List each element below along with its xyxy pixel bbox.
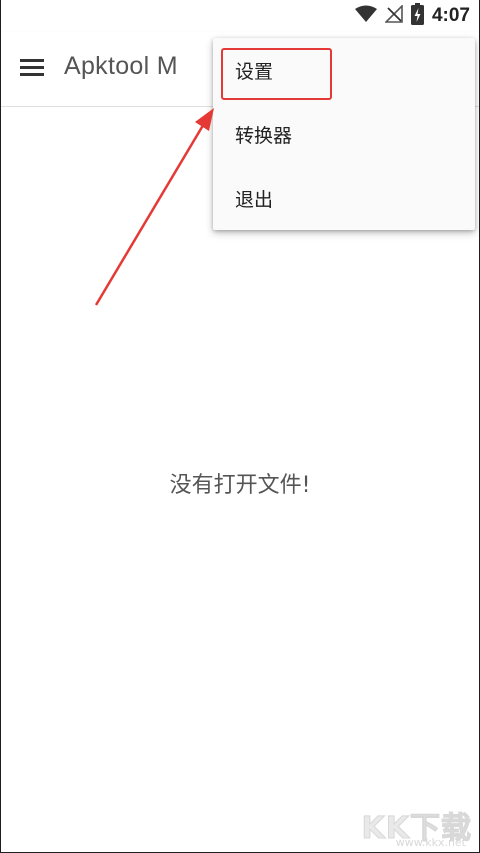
app-title: Apktool M (64, 52, 178, 80)
status-bar: 4:07 (0, 0, 480, 32)
empty-state-message: 没有打开文件! (169, 473, 311, 498)
overflow-popup-menu: 设置 转换器 退出 (213, 38, 475, 230)
watermark-url: www.kkx.net (395, 836, 466, 849)
menu-item-label: 设置 (235, 60, 274, 83)
status-time: 4:07 (431, 5, 470, 26)
wifi-icon (354, 5, 377, 27)
no-signal-icon (384, 4, 403, 27)
menu-item-converter[interactable]: 转换器 (213, 102, 475, 166)
menu-item-label: 退出 (235, 188, 274, 211)
hamburger-menu-icon[interactable] (20, 59, 44, 79)
status-icons: 4:07 (354, 3, 470, 29)
menu-item-settings[interactable]: 设置 (213, 38, 475, 102)
menu-item-exit[interactable]: 退出 (213, 166, 475, 230)
watermark: KK下载 www.kkx.net (354, 803, 472, 850)
menu-item-label: 转换器 (235, 124, 293, 147)
battery-charging-icon (410, 3, 424, 29)
